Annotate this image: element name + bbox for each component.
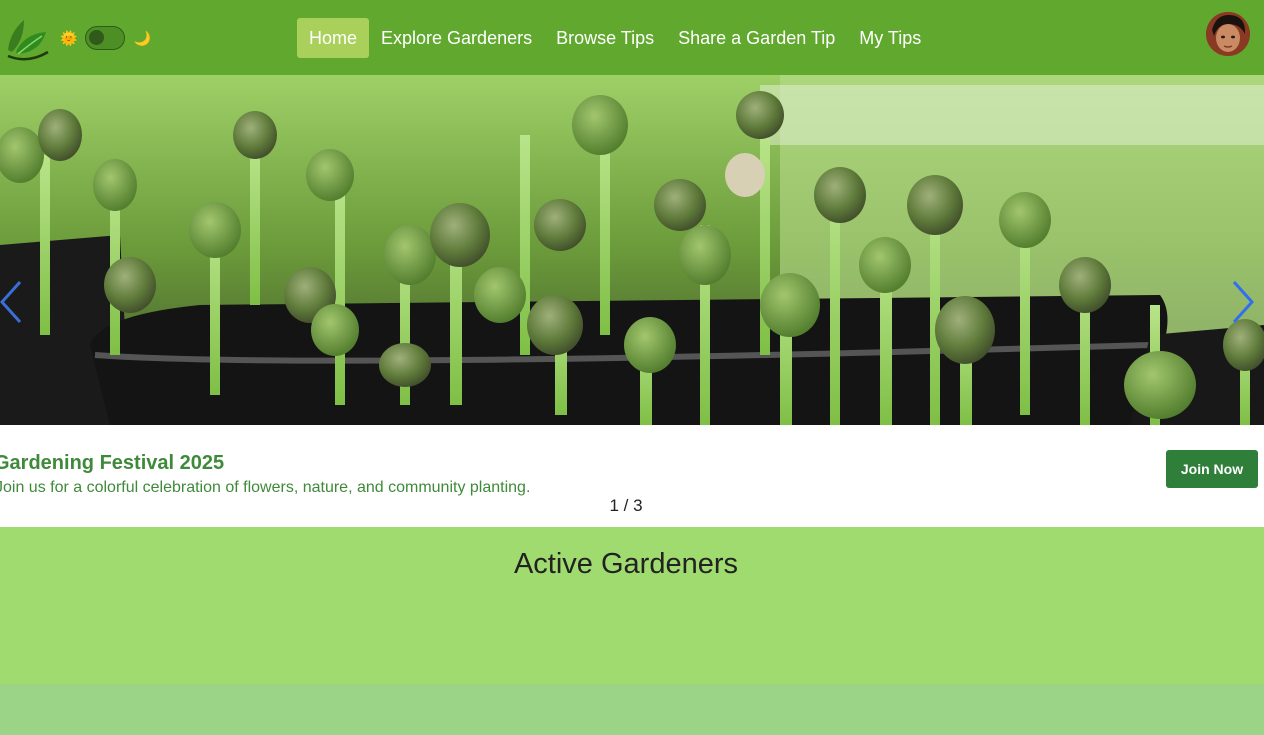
moon-icon: 🌙 xyxy=(133,30,151,46)
chevron-right-icon[interactable] xyxy=(1228,280,1258,324)
user-avatar[interactable] xyxy=(1206,12,1250,56)
chevron-left-icon[interactable] xyxy=(0,280,26,324)
nav-home[interactable]: Home xyxy=(297,18,370,58)
nav-explore-gardeners[interactable]: Explore Gardeners xyxy=(369,18,544,58)
navbar: 🌞 🌙 Home Explore Gardeners Browse Tips S… xyxy=(0,0,1264,75)
switch-knob xyxy=(89,30,105,45)
microgreens-photo xyxy=(0,75,1264,425)
active-gardeners-section: Active Gardeners xyxy=(0,527,1264,684)
main-nav: Home Explore Gardeners Browse Tips Share… xyxy=(297,18,933,58)
next-section xyxy=(0,684,1264,735)
nav-share-garden-tip[interactable]: Share a Garden Tip xyxy=(666,18,847,58)
slide-caption: Gardening Festival 2025 Join us for a co… xyxy=(0,425,1264,527)
join-now-button[interactable]: Join Now xyxy=(1166,450,1258,488)
slide-description: Join us for a colorful celebration of fl… xyxy=(0,479,531,496)
leaf-logo-icon[interactable] xyxy=(4,14,52,62)
hero-slider xyxy=(0,75,1264,425)
nav-my-tips[interactable]: My Tips xyxy=(847,18,933,58)
slide-title: Gardening Festival 2025 xyxy=(0,452,225,474)
sun-icon: 🌞 xyxy=(60,30,78,46)
theme-toggle[interactable]: 🌞 🌙 xyxy=(60,26,151,50)
section-title: Active Gardeners xyxy=(513,548,739,580)
slider-pagination: 1 / 3 xyxy=(609,496,643,515)
theme-switch[interactable] xyxy=(85,26,126,50)
nav-browse-tips[interactable]: Browse Tips xyxy=(544,18,666,58)
